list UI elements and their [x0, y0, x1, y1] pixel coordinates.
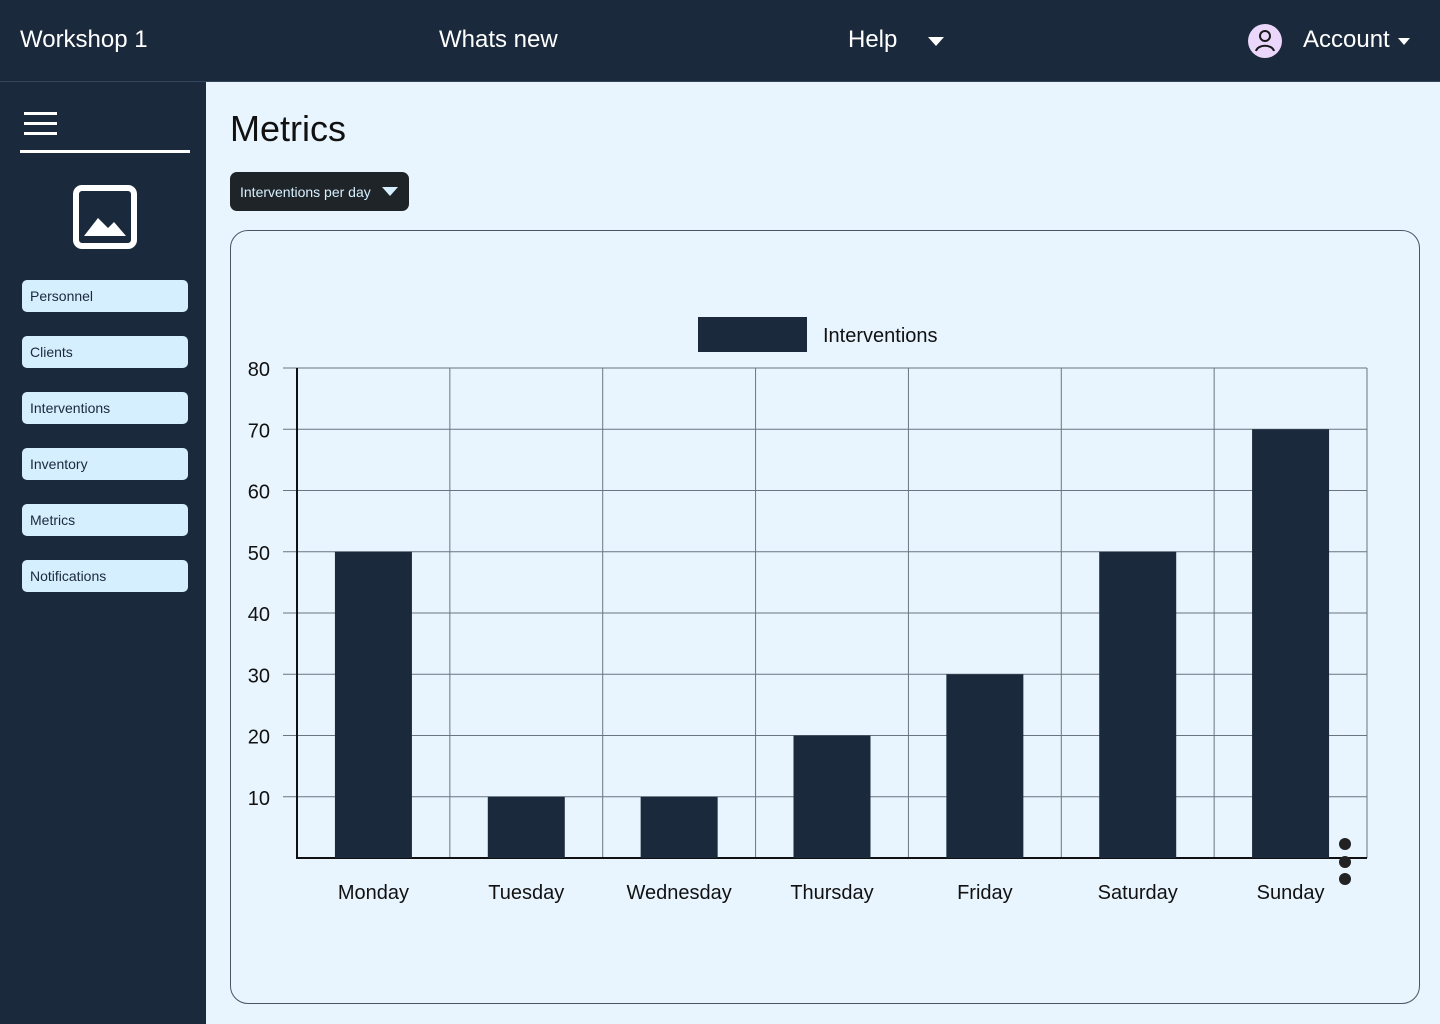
- x-tick-label: Saturday: [1098, 882, 1178, 904]
- y-tick-label: 40: [248, 604, 270, 626]
- more-options-icon[interactable]: [1337, 838, 1353, 888]
- y-tick-label: 70: [248, 420, 270, 442]
- x-tick-label: Wednesday: [627, 882, 732, 904]
- bar-chart: 10 20 30 40 50 60 70 80 Monday Tuesday Wednesday Th…: [248, 317, 1368, 904]
- x-tick-label: Sunday: [1257, 882, 1325, 904]
- y-tick-label: 50: [248, 543, 270, 565]
- bar-monday: [334, 551, 412, 858]
- bar-wednesday: [640, 796, 718, 858]
- bar-saturday: [1099, 551, 1177, 858]
- y-tick-label: 60: [248, 482, 270, 504]
- x-tick-label: Thursday: [790, 882, 873, 904]
- bar-friday: [946, 674, 1024, 858]
- y-tick-label: 30: [248, 665, 270, 687]
- bar-sunday: [1252, 429, 1330, 858]
- x-tick-label: Tuesday: [488, 882, 564, 904]
- legend-swatch: [698, 317, 807, 352]
- y-tick-label: 80: [248, 359, 270, 381]
- x-tick-label: Monday: [338, 882, 409, 904]
- y-tick-label: 20: [248, 727, 270, 749]
- y-tick-label: 10: [248, 788, 270, 810]
- bar-tuesday: [487, 796, 565, 858]
- bar-thursday: [793, 735, 871, 858]
- x-tick-label: Friday: [957, 882, 1013, 904]
- legend-label: Interventions: [823, 325, 938, 347]
